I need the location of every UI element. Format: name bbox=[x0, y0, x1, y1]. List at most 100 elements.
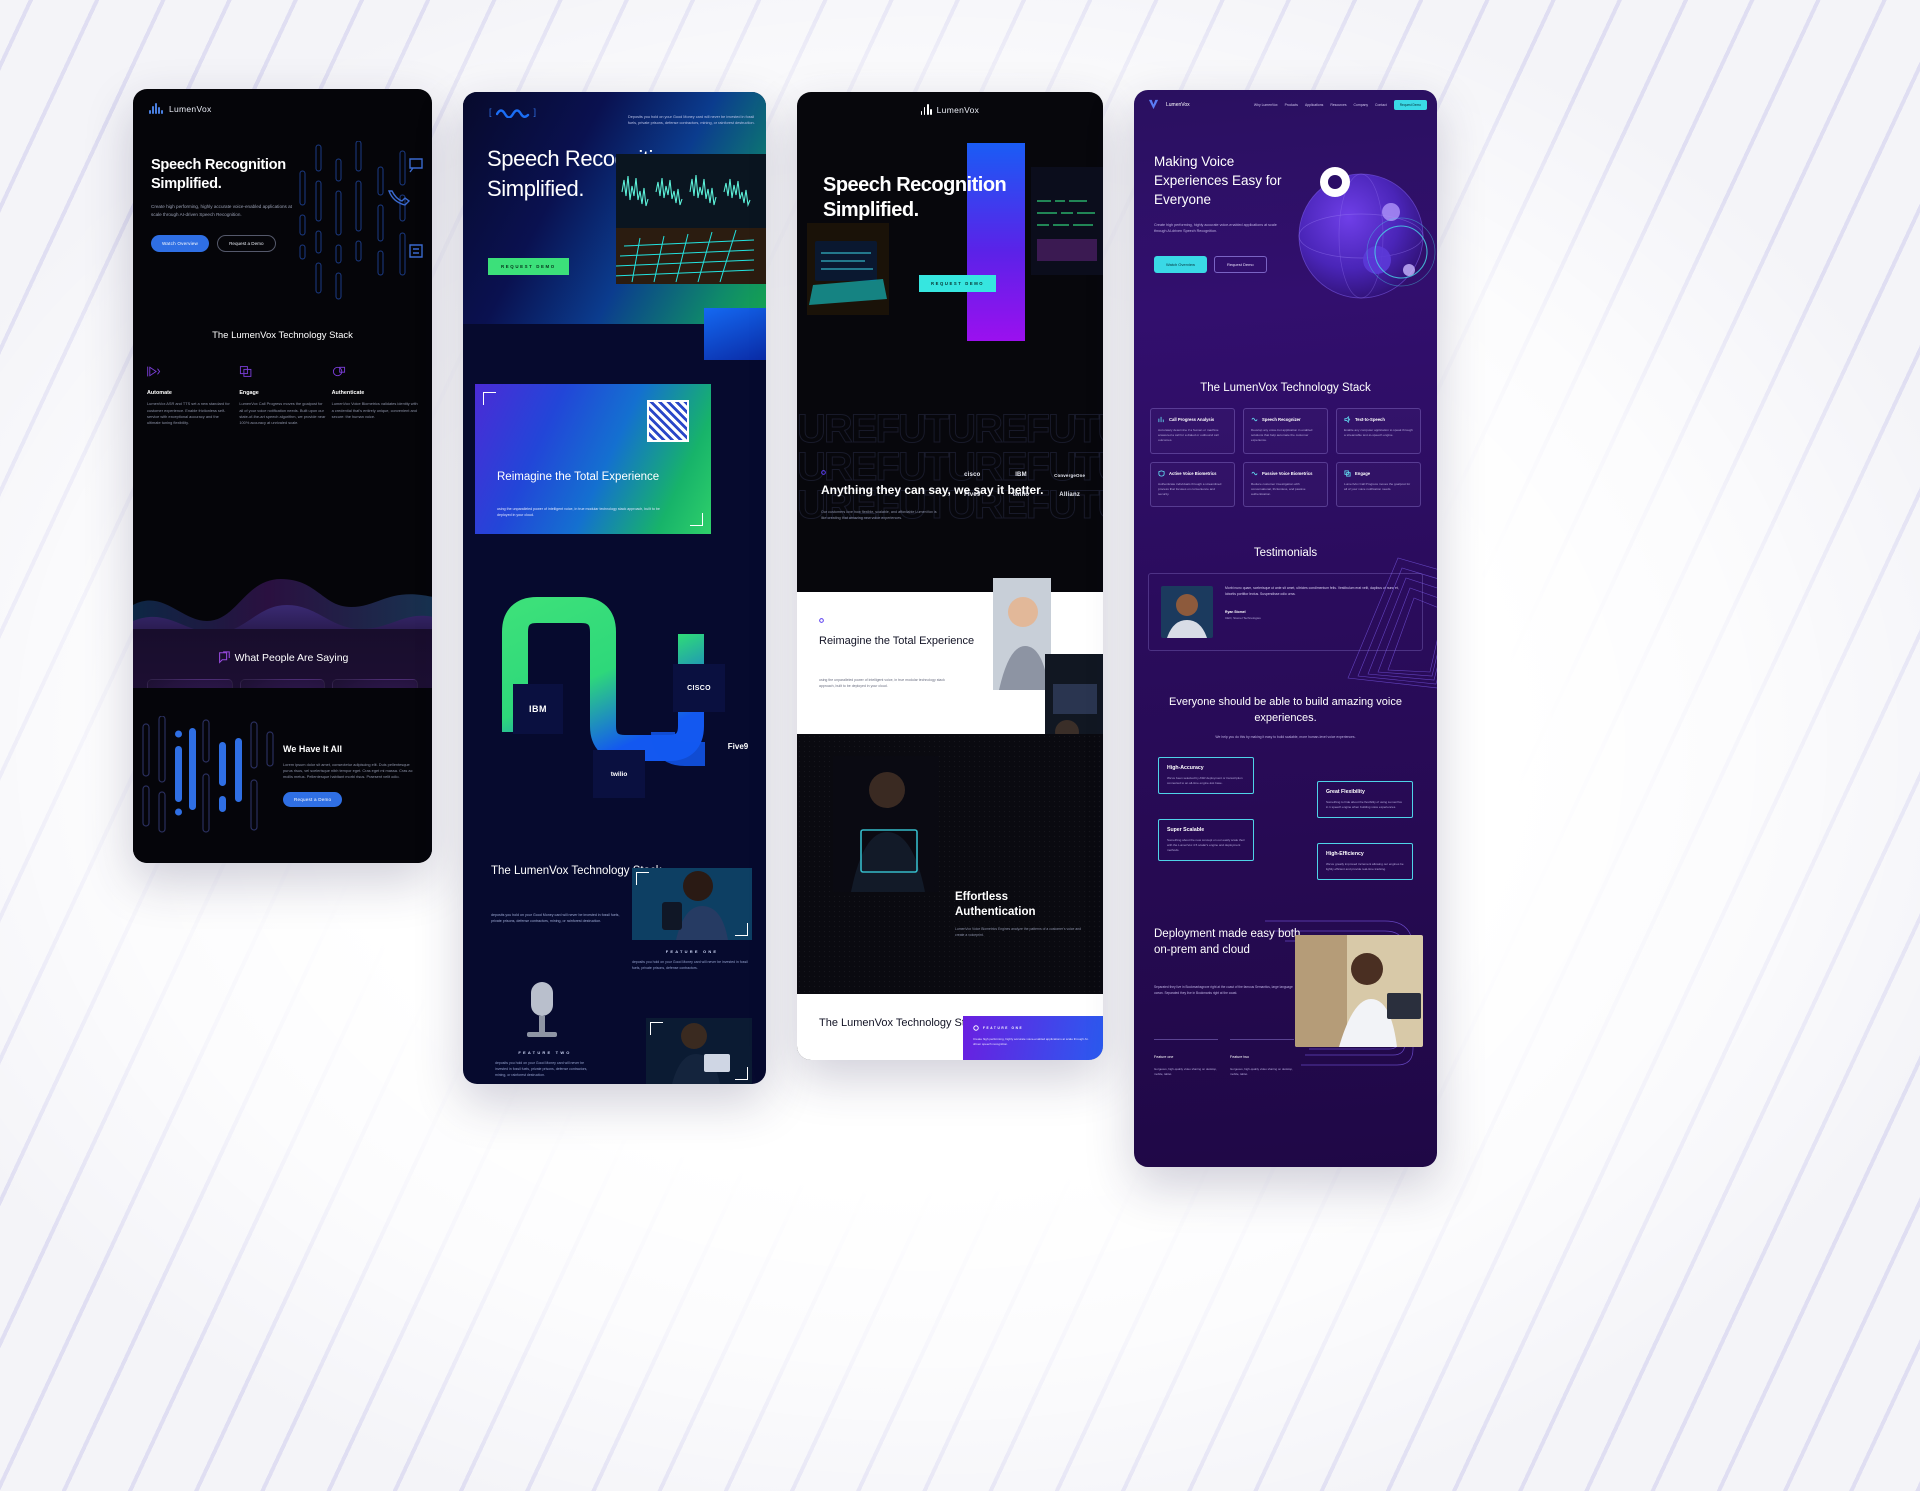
panel2-blue-block bbox=[704, 308, 766, 360]
stack-cell-engage[interactable]: Engage LumenVox Call Progress moves the … bbox=[1336, 461, 1421, 508]
feature-card-label: FEATURE ONE bbox=[983, 1026, 1024, 1030]
benefit-box-great-flexibility[interactable]: Great Flexibility Something to hide abou… bbox=[1317, 781, 1413, 819]
feature-two-image bbox=[495, 980, 595, 1042]
panel2-feature-two[interactable]: FEATURE TWO deposits you hold on your Go… bbox=[495, 980, 595, 1079]
panel1-hero-title: Speech Recognition Simplified. bbox=[151, 157, 286, 192]
nav-link-company[interactable]: Company bbox=[1354, 103, 1369, 107]
layers-icon bbox=[240, 366, 252, 378]
panel1-closing-button[interactable]: Request a Demo bbox=[283, 792, 343, 808]
panel3-effortless-image bbox=[833, 756, 939, 892]
panel1-hero: Speech Recognition Simplified. Create hi… bbox=[133, 114, 432, 253]
panel3-stack-feature-card[interactable]: FEATURE ONE Create high performing, high… bbox=[963, 1016, 1103, 1060]
watch-overview-button[interactable]: Watch Overview bbox=[151, 235, 210, 253]
panel4-nav-cta-button[interactable]: Request Demo bbox=[1393, 99, 1427, 110]
panel1-feature-automate[interactable]: Automate LumenVox ASR and TTS set a new … bbox=[147, 365, 233, 426]
benefit-title: Super Scalable bbox=[1167, 827, 1205, 834]
panel1-feature-title: Engage bbox=[239, 390, 259, 397]
panel4-stack-title: The LumenVox Technology Stack bbox=[1200, 382, 1371, 394]
panel4-navbar[interactable]: LumenVox Why LumenVox Products Applicati… bbox=[1134, 90, 1437, 110]
stack-cell-speech-recognizer[interactable]: Speech Recognizer Develop any voice-bot … bbox=[1243, 408, 1328, 454]
panel3-anything-body: Our customers love how flexible, scalabl… bbox=[821, 509, 937, 521]
stack-cell-title: Text-to-Speech bbox=[1355, 417, 1385, 422]
design-panel-4[interactable]: LumenVox Why LumenVox Products Applicati… bbox=[1134, 90, 1437, 1167]
stack-cell-text-to-speech[interactable]: Text-to-Speech Enable any computer appli… bbox=[1336, 408, 1421, 454]
deployment-feature-body: Gorgeous, high-quality video sharing on … bbox=[1154, 1067, 1217, 1076]
panel2-feature-one[interactable]: FEATURE ONE deposits you hold on your Go… bbox=[632, 868, 752, 972]
panel2-navbar[interactable]: [ ] bbox=[489, 106, 536, 118]
feature-one-image bbox=[632, 868, 752, 940]
benefit-title: High-Efficiency bbox=[1326, 851, 1364, 858]
panel2-hero-image bbox=[616, 154, 766, 284]
fingerprint-icon bbox=[332, 367, 345, 377]
mockup-stage: LumenVox Speech Recognition Simplified. … bbox=[0, 0, 1920, 1491]
panel4-watch-overview-button[interactable]: Watch Overview bbox=[1154, 256, 1207, 273]
lumenvox-logo-icon bbox=[149, 103, 163, 114]
benefit-title: High-Accuracy bbox=[1167, 765, 1204, 772]
panel3-request-demo-button[interactable]: REQUEST DEMO bbox=[919, 275, 997, 292]
panel1-closing-body: Lorem ipsum dolor sit amet, consectetur … bbox=[283, 761, 413, 780]
lumenvox-logo-icon bbox=[920, 104, 932, 115]
stack-cell-active-voice-biometrics[interactable]: Active Voice Biometrics Authenticate ind… bbox=[1150, 461, 1235, 508]
nav-link-resources[interactable]: Resources bbox=[1330, 103, 1346, 107]
stack-cell-call-progress-analysis[interactable]: Call Progress Analysis Accurately determ… bbox=[1150, 408, 1235, 454]
logo-chip-five9: Five9 bbox=[727, 741, 749, 751]
panel2-reimagine-body: using the unparalleled power of intellig… bbox=[497, 506, 660, 517]
corner-bottom-right-icon bbox=[690, 513, 703, 526]
design-panel-2[interactable]: [ ] Deposits you hold on your Good Money… bbox=[463, 92, 766, 1084]
benefit-box-super-scalable[interactable]: Super Scalable Something about the new c… bbox=[1158, 819, 1254, 862]
deployment-feature-one[interactable]: Feature one Gorgeous, high-quality video… bbox=[1154, 1039, 1218, 1077]
ghost-line: UREFUTUREFUTUREFU bbox=[797, 410, 1103, 451]
panel4-hero: Making Voice Experiences Easy for Everyo… bbox=[1134, 110, 1437, 358]
panel3-effortless-title: Effortless Authentication bbox=[955, 891, 1036, 918]
panel3-navbar[interactable]: LumenVox bbox=[797, 92, 1103, 115]
panel2-reimagine-card[interactable]: Reimagine the Total Experience using the… bbox=[475, 384, 711, 534]
benefit-body: Something about the new concept on our e… bbox=[1167, 838, 1245, 853]
corner-top-left-icon bbox=[636, 872, 649, 885]
panel3-hero-title: Speech Recognition Simplified. bbox=[823, 174, 1007, 222]
panel4-nav-links[interactable]: Why LumenVox Products Applications Resou… bbox=[1254, 99, 1427, 110]
deployment-feature-two[interactable]: Feature two Gorgeous, high-quality video… bbox=[1230, 1039, 1294, 1077]
panel1-feature-title: Automate bbox=[147, 390, 172, 397]
panel4-everyone-subtitle: We help you do this by making it easy to… bbox=[1215, 735, 1356, 740]
stack-cell-title: Passive Voice Biometrics bbox=[1262, 470, 1313, 476]
stack-cell-body: Accurately determine if a human or machi… bbox=[1158, 428, 1219, 443]
feature-one-body: deposits you hold on your Good Money car… bbox=[632, 960, 748, 970]
logo-ibm: IBM bbox=[1015, 472, 1027, 478]
deployment-feature-body: Gorgeous, high-quality video sharing on … bbox=[1230, 1067, 1293, 1076]
panel2-request-demo-button[interactable]: REQUEST DEMO bbox=[488, 258, 569, 275]
benefit-box-high-accuracy[interactable]: High-Accuracy We've been selected by ASR… bbox=[1158, 757, 1254, 795]
logo-allianz: Allianz bbox=[1059, 492, 1081, 498]
request-demo-button[interactable]: Request a Demo bbox=[217, 235, 276, 253]
panel4-testimonial-card[interactable]: Morbi nunc quam, scelerisque ut ante sit… bbox=[1148, 557, 1437, 689]
panel1-closing-title: We Have It All bbox=[283, 743, 343, 754]
lumenvox-v-logo-icon bbox=[1148, 99, 1159, 110]
shield-icon bbox=[1158, 469, 1165, 477]
benefit-box-high-efficiency[interactable]: High-Efficiency We've greatly improved i… bbox=[1317, 843, 1413, 881]
panel1-hero-subtitle: Create high performing, highly accurate … bbox=[151, 204, 292, 218]
panel4-hero-subtitle: Create high performing, highly accurate … bbox=[1154, 223, 1277, 234]
panel3-reimagine-image bbox=[993, 578, 1051, 690]
panel1-feature-title: Authenticate bbox=[331, 390, 365, 397]
nav-link-why-lumenvox[interactable]: Why LumenVox bbox=[1254, 103, 1278, 107]
equalizer-graphic bbox=[142, 715, 274, 833]
nav-link-contact[interactable]: Contact bbox=[1375, 103, 1387, 107]
design-panel-3[interactable]: LumenVox Speech Recognition Simplified. … bbox=[797, 92, 1103, 1060]
feature-three-image bbox=[646, 1018, 752, 1084]
panel2-hero: [ ] Deposits you hold on your Good Money… bbox=[463, 92, 766, 324]
benefit-body: We've greatly improved increment allowin… bbox=[1326, 862, 1404, 872]
logo-twilio: twilio bbox=[1012, 492, 1030, 498]
panel3-effortless-body: LumenVox Voice Biometrics Engines analyz… bbox=[955, 927, 1081, 938]
panel4-request-demo-button[interactable]: Request Demo bbox=[1213, 256, 1267, 273]
panel2-feature-three[interactable]: FEATURE THREE deposits you hold on your … bbox=[646, 1018, 752, 1084]
nav-link-products[interactable]: Products bbox=[1285, 103, 1298, 107]
panel3-hero-image-left bbox=[807, 223, 889, 315]
panel3-reimagine-title: Reimagine the Total Experience bbox=[819, 635, 975, 647]
panel1-navbar[interactable]: LumenVox bbox=[133, 89, 432, 114]
panel1-feature-authenticate[interactable]: Authenticate LumenVox Voice Biometrics v… bbox=[332, 365, 418, 426]
panel3-effortless-text: Effortless Authentication LumenVox Voice… bbox=[955, 890, 1085, 939]
nav-link-applications[interactable]: Applications bbox=[1305, 103, 1323, 107]
panel1-feature-body: LumenVox ASR and TTS set a new standard … bbox=[147, 401, 230, 426]
design-panel-1[interactable]: LumenVox Speech Recognition Simplified. … bbox=[133, 89, 432, 863]
stack-cell-passive-voice-biometrics[interactable]: Passive Voice Biometrics Reduce customer… bbox=[1243, 461, 1328, 508]
panel1-feature-engage[interactable]: Engage LumenVox Call Progress moves the … bbox=[239, 365, 325, 426]
